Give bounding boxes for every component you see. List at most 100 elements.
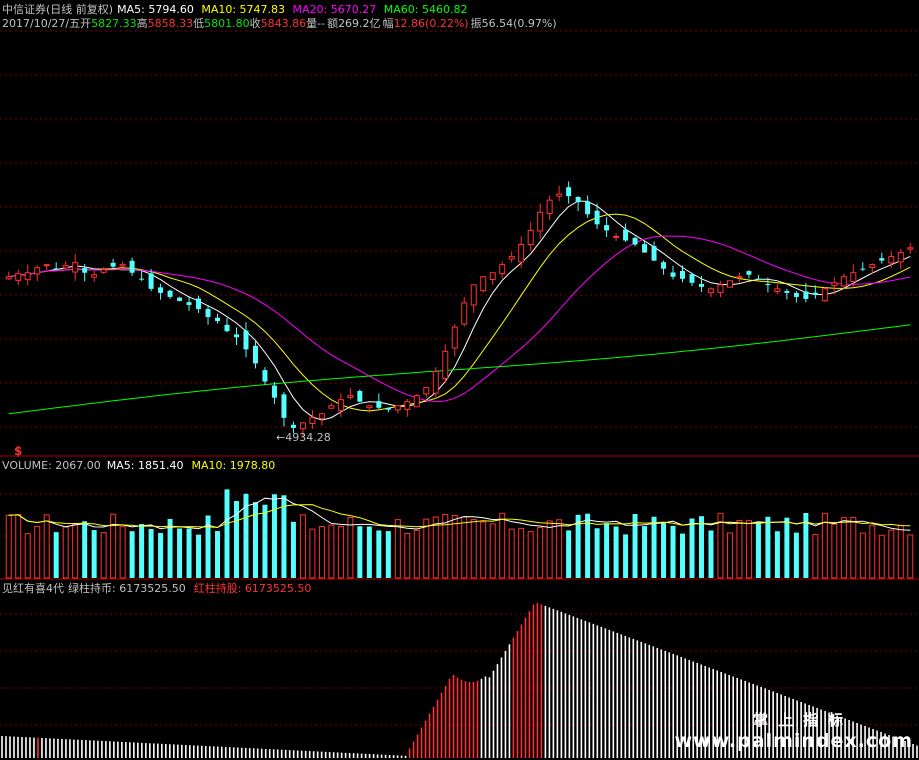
volume-bar-down — [793, 532, 799, 578]
volume-header: VOLUME: 2067.00 MA5: 1851.40 MA10: 1978.80 — [2, 459, 283, 473]
close-label: 收 — [249, 17, 261, 30]
volume-bar-down — [623, 534, 629, 578]
candle-down — [765, 284, 771, 286]
volume-bar-down — [604, 523, 610, 578]
candle-up — [774, 288, 781, 292]
volume-bar-up — [489, 523, 496, 579]
candle-up — [726, 280, 733, 288]
candle-up — [461, 302, 468, 325]
volume-bar-up — [62, 526, 69, 579]
green-label: 绿柱持币: 6173525.50 — [68, 582, 186, 595]
volume-bar-up — [537, 527, 544, 579]
candle-down — [158, 287, 164, 293]
low-value: 5801.80 — [204, 17, 250, 30]
candle-down — [632, 237, 638, 245]
change-label: 幅 — [382, 17, 394, 30]
volume-bar-up — [869, 524, 876, 579]
dollar-icon[interactable]: $ — [14, 444, 22, 458]
candle-up — [15, 273, 22, 281]
candle-down — [803, 291, 809, 299]
volume-bar-down — [651, 516, 657, 578]
candle-up — [556, 193, 563, 197]
volume-value: -- — [317, 17, 326, 30]
indicator-name: 见红有喜4代 — [2, 582, 64, 595]
candle-up — [394, 405, 401, 411]
volume-bar-up — [347, 516, 354, 579]
candle-down — [196, 298, 202, 309]
volume-bar-up — [546, 520, 553, 579]
volume-bar-up — [432, 516, 439, 579]
candle-up — [717, 284, 724, 293]
volume-bar-up — [34, 525, 41, 579]
chart-canvas — [0, 30, 919, 758]
candle-down — [233, 334, 239, 338]
quote-date: 2017/10/27/五 — [2, 17, 81, 30]
close-value: 5843.86 — [260, 17, 307, 30]
volume-bar-up — [299, 514, 306, 579]
volume-bar-down — [290, 521, 296, 578]
volume-ma-lines — [8, 497, 911, 531]
volume-bar-up — [72, 523, 79, 579]
open-label: 开 — [80, 17, 92, 30]
volume-bar-up — [110, 513, 117, 579]
candle-up — [451, 326, 458, 349]
candle-up — [5, 276, 12, 280]
high-label: 高 — [136, 17, 148, 30]
volume-bar-up — [328, 524, 335, 579]
candle-up — [888, 256, 895, 264]
candle-down — [243, 330, 249, 350]
volume-bar-down — [755, 521, 761, 578]
candle-down — [129, 260, 135, 273]
volume-bar-up — [480, 521, 487, 579]
candle-up — [404, 401, 411, 411]
candle-down — [177, 297, 183, 301]
candle-down — [594, 210, 600, 225]
volume-bar-up — [442, 514, 449, 579]
candle-down — [53, 268, 59, 270]
volume-bar-up — [100, 532, 107, 579]
volume-bar-down — [642, 526, 648, 578]
change-value: 12.86(0.22%) — [393, 17, 469, 30]
candle-down — [793, 292, 799, 297]
candle-down — [670, 272, 676, 277]
ma-lines — [8, 200, 911, 421]
candle-down — [110, 262, 116, 267]
volume-bar-down — [91, 530, 97, 578]
candle-down — [698, 283, 704, 287]
volume-bar-down — [53, 532, 59, 578]
amount-value: 269.2亿 — [338, 17, 381, 30]
watermark-url: www.palmindex.com — [674, 730, 913, 752]
candle-down — [755, 278, 761, 280]
volume-bar-up — [404, 532, 411, 579]
volume-bar-up — [907, 534, 914, 579]
candle-up — [480, 276, 487, 292]
candle-down — [186, 302, 192, 305]
low-marker: ←4934.28 — [276, 431, 331, 444]
volume-bar-down — [594, 528, 600, 578]
volume-bar-up — [309, 528, 316, 579]
volume-bar-up — [499, 512, 506, 579]
candle-up — [72, 262, 79, 273]
volume-bar-up — [726, 532, 733, 579]
candle-up — [119, 264, 126, 267]
volume-bar-up — [897, 524, 904, 579]
ma10-line — [8, 213, 911, 412]
candlesticks — [5, 181, 914, 438]
candle-down — [148, 273, 154, 289]
candle-up — [613, 235, 620, 238]
volume-bar-up — [745, 520, 752, 579]
volume-panel-label: VOLUME: 2067.00 — [2, 459, 101, 472]
indicator-header: 见红有喜4代 绿柱持币: 6173525.50 红柱持股: 6173525.50 — [2, 582, 319, 596]
volume-bar-down — [357, 526, 363, 578]
volume-bar-up — [5, 514, 12, 579]
volume-bar-down — [252, 502, 258, 578]
volume-bar-down — [148, 528, 154, 578]
candle-up — [43, 264, 50, 267]
candle-down — [784, 291, 790, 293]
volume-ma10-line — [8, 504, 911, 528]
volume-bar-down — [271, 494, 277, 578]
candle-up — [34, 267, 41, 275]
candle-up — [337, 399, 344, 412]
volume-bar-up — [878, 534, 885, 579]
volume-bar-down — [632, 514, 638, 578]
